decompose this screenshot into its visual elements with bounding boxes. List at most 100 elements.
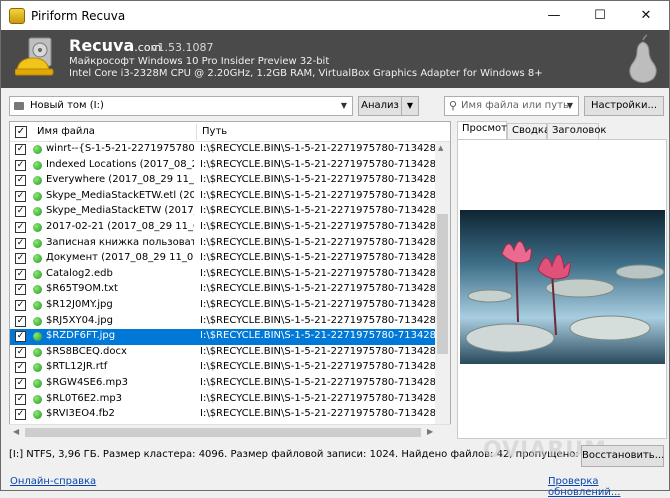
table-row[interactable]: ✓ winrt--{S-1-5-21-2271975780-7... I:\$REC… [10, 142, 435, 158]
row-checkbox[interactable]: ✓ [15, 175, 26, 187]
chevron-down-icon: ▼ [566, 101, 573, 110]
search-icon: ⚲ [449, 99, 458, 112]
app-header: Recuva.com v1.53.1087 Майкрософт Windows… [1, 30, 669, 88]
row-checkbox[interactable]: ✓ [15, 393, 26, 405]
table-row[interactable]: ✓ $RS8BCEQ.docx I:\$RECYCLE.BIN\S-1-5-21-2… [10, 345, 435, 361]
table-row[interactable]: ✓ $R12J0MY.jpg I:\$RECYCLE.BIN\S-1-5-21-22… [10, 298, 435, 314]
row-checkbox[interactable]: ✓ [15, 253, 26, 265]
recovery-state-icon [33, 176, 42, 186]
row-checkbox[interactable]: ✓ [15, 346, 26, 358]
table-row[interactable]: ✓ Skype_MediaStackETW.etl (201... I:\$RECY… [10, 189, 435, 205]
file-path: I:\$RECYCLE.BIN\S-1-5-21-2271975780-7134… [200, 314, 435, 326]
search-placeholder: Имя файла или путь [461, 100, 569, 111]
recovery-state-icon [33, 378, 42, 388]
os-info: Майкрософт Windows 10 Pro Insider Previe… [69, 56, 330, 67]
select-all-checkbox[interactable]: ✓ [15, 126, 27, 138]
vertical-scrollbar[interactable]: ▲ ▼ [435, 142, 450, 438]
column-header-path[interactable]: Путь [202, 126, 227, 137]
maximize-icon[interactable]: ☐ [577, 1, 623, 30]
table-body: ✓ winrt--{S-1-5-21-2271975780-7... I:\$REC… [10, 142, 435, 423]
file-name: Документ (2017_08_29 11_03_... [46, 252, 194, 264]
table-row[interactable]: ✓ $R65T9OM.txt I:\$RECYCLE.BIN\S-1-5-21-22… [10, 282, 435, 298]
analyze-button[interactable]: Анализ [358, 96, 402, 116]
row-checkbox[interactable]: ✓ [15, 190, 26, 202]
table-row[interactable]: ✓ 2017-02-21 (2017_08_29 11_03_3... I:\$RE… [10, 220, 435, 236]
row-checkbox[interactable]: ✓ [15, 299, 26, 311]
recover-button[interactable]: Восстановить... [581, 445, 664, 467]
row-checkbox[interactable]: ✓ [15, 409, 26, 421]
recovery-state-icon [33, 363, 42, 373]
scroll-right-icon[interactable]: ▶ [427, 427, 433, 436]
table-row[interactable]: ✓ $RJ5XY04.jpg I:\$RECYCLE.BIN\S-1-5-21-22… [10, 314, 435, 330]
recovery-state-icon [33, 285, 42, 295]
table-row[interactable]: ✓ Документ (2017_08_29 11_03_... I:\$RECYC… [10, 251, 435, 267]
file-name: 2017-02-21 (2017_08_29 11_03_3... [46, 220, 194, 232]
file-path: I:\$RECYCLE.BIN\S-1-5-21-2271975780-7134… [200, 283, 435, 295]
table-row[interactable]: ✓ $RZDF6FT.jpg I:\$RECYCLE.BIN\S-1-5-21-22… [10, 329, 435, 345]
row-checkbox[interactable]: ✓ [15, 144, 26, 155]
row-checkbox[interactable]: ✓ [15, 221, 26, 233]
scroll-thumb[interactable] [437, 214, 448, 354]
row-checkbox[interactable]: ✓ [15, 206, 26, 218]
row-checkbox[interactable]: ✓ [15, 377, 26, 389]
file-name: Everywhere (2017_08_29 11_03_... [46, 174, 194, 186]
analyze-dropdown-button[interactable]: ▼ [401, 96, 419, 116]
recovery-state-icon [33, 300, 42, 310]
table-row[interactable]: ✓ $RL0T6E2.mp3 I:\$RECYCLE.BIN\S-1-5-21-22… [10, 392, 435, 408]
recuva-window: Piriform Recuva — ☐ ✕ Recuva.com v1.53.1… [0, 0, 670, 498]
check-updates-link[interactable]: Проверка обновлений... [548, 476, 669, 498]
row-checkbox[interactable]: ✓ [15, 237, 26, 249]
online-help-link[interactable]: Онлайн-справка [10, 476, 96, 487]
close-icon[interactable]: ✕ [623, 1, 669, 30]
recovery-state-icon [33, 222, 42, 232]
row-checkbox[interactable]: ✓ [15, 268, 26, 280]
column-header-filename[interactable]: Имя файла [37, 126, 95, 137]
file-path: I:\$RECYCLE.BIN\S-1-5-21-2271975780-7134… [200, 361, 435, 373]
row-checkbox[interactable]: ✓ [15, 159, 26, 171]
scroll-left-icon[interactable]: ◀ [13, 427, 19, 436]
file-name: $RS8BCEQ.docx [46, 345, 127, 357]
file-path: I:\$RECYCLE.BIN\S-1-5-21-2271975780-7134… [200, 220, 435, 232]
table-row[interactable]: ✓ Indexed Locations (2017_08_29 ... I:\$RE… [10, 158, 435, 174]
table-row[interactable]: ✓ Catalog2.edb I:\$RECYCLE.BIN\S-1-5-21-22… [10, 267, 435, 283]
hardware-info: Intel Core i3-2328M CPU @ 2.20GHz, 1.2GB… [69, 68, 543, 79]
piriform-pear-icon [629, 34, 657, 83]
file-name: Skype_MediaStackETW.etl (201... [46, 189, 194, 201]
recovery-state-icon [33, 410, 42, 420]
table-row[interactable]: ✓ Записная книжка пользовате... I:\$RECYCL… [10, 236, 435, 252]
table-row[interactable]: ✓ $RVI3EO4.fb2 I:\$RECYCLE.BIN\S-1-5-21-22… [10, 407, 435, 423]
row-checkbox[interactable]: ✓ [15, 362, 26, 374]
column-divider[interactable] [196, 124, 197, 140]
app-version: v1.53.1087 [151, 41, 214, 54]
file-path: I:\$RECYCLE.BIN\S-1-5-21-2271975780-7134… [200, 392, 435, 404]
recovery-state-icon [33, 207, 42, 217]
minimize-icon[interactable]: — [531, 1, 577, 30]
filename-search-input[interactable]: ⚲ Имя файла или путь ▼ [444, 96, 579, 116]
table-row[interactable]: ✓ $RTL12JR.rtf I:\$RECYCLE.BIN\S-1-5-21-22… [10, 360, 435, 376]
scroll-up-icon[interactable]: ▲ [438, 144, 443, 152]
hscroll-thumb[interactable] [25, 428, 421, 437]
horizontal-scrollbar[interactable]: ◀ ▶ [9, 424, 451, 439]
table-row[interactable]: ✓ Skype_MediaStackETW (2017_0... I:\$RECYC… [10, 204, 435, 220]
recuva-logo-icon [15, 37, 54, 76]
row-checkbox[interactable]: ✓ [15, 331, 26, 343]
file-path: I:\$RECYCLE.BIN\S-1-5-21-2271975780-7134… [200, 298, 435, 310]
drive-select[interactable]: Новый том (I:) ▼ [9, 96, 353, 116]
file-path: I:\$RECYCLE.BIN\S-1-5-21-2271975780-7134… [200, 143, 435, 154]
table-row[interactable]: ✓ Everywhere (2017_08_29 11_03_... I:\$REC… [10, 173, 435, 189]
row-checkbox[interactable]: ✓ [15, 284, 26, 296]
tab-header[interactable]: Заголовок [547, 123, 606, 139]
table-row[interactable]: ✓ $RGW4SE6.mp3 I:\$RECYCLE.BIN\S-1-5-21-22… [10, 376, 435, 392]
drive-icon [14, 102, 24, 110]
file-name: $RL0T6E2.mp3 [46, 392, 123, 404]
tab-summary[interactable]: Сводка [507, 123, 550, 139]
settings-button[interactable]: Настройки... [584, 96, 664, 116]
recovery-state-icon [33, 238, 42, 248]
file-path: I:\$RECYCLE.BIN\S-1-5-21-2271975780-7134… [200, 252, 435, 264]
tab-preview[interactable]: Просмотр [457, 121, 513, 140]
row-checkbox[interactable]: ✓ [15, 315, 26, 327]
file-name: Skype_MediaStackETW (2017_0... [46, 205, 194, 217]
file-path: I:\$RECYCLE.BIN\S-1-5-21-2271975780-7134… [200, 158, 435, 170]
file-name: Catalog2.edb [46, 267, 113, 279]
title-bar: Piriform Recuva — ☐ ✕ [1, 1, 669, 30]
